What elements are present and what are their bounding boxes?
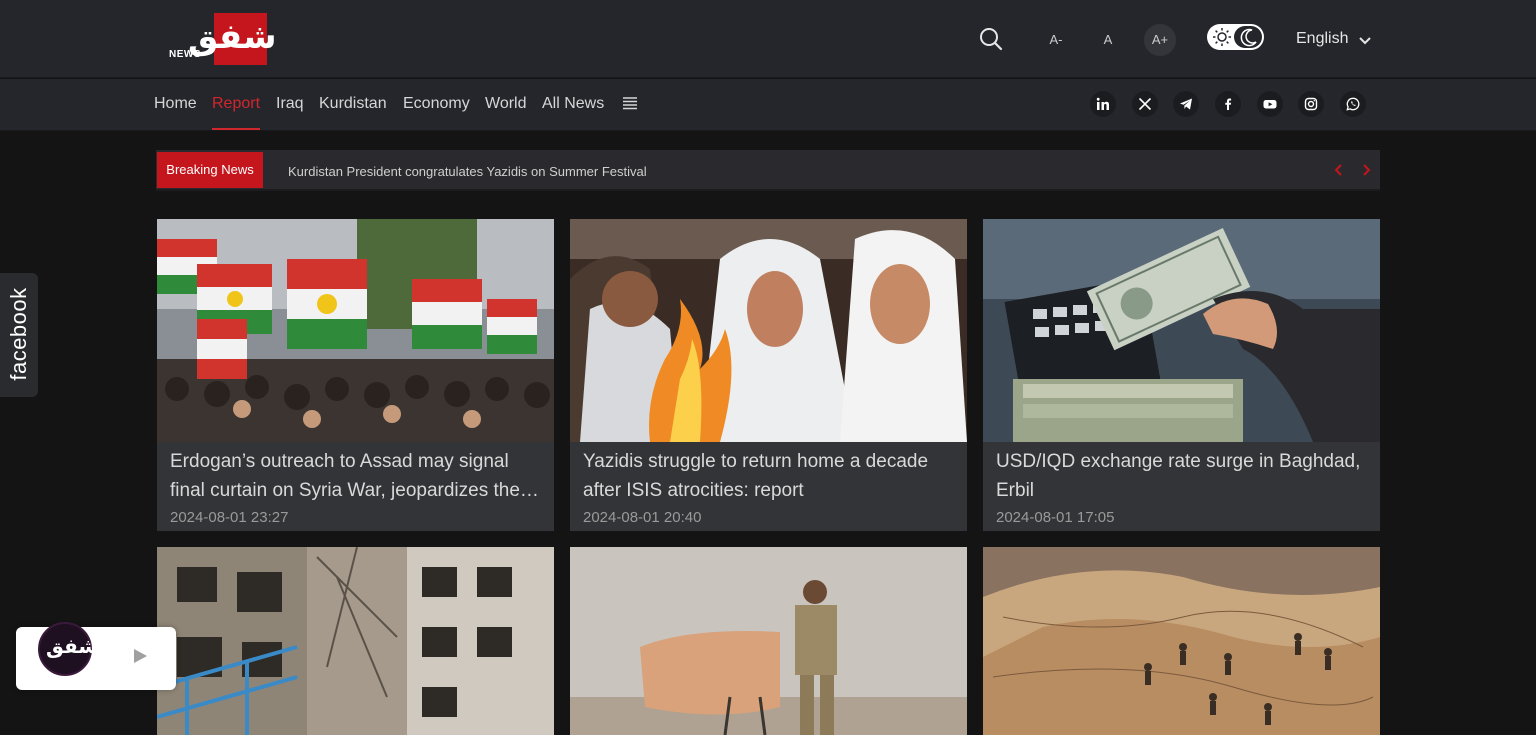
main-nav: Home Report Iraq Kurdistan Economy World… bbox=[0, 79, 1536, 131]
radio-player[interactable]: شفق bbox=[16, 622, 176, 690]
breaking-news-label: Breaking News bbox=[157, 152, 263, 188]
nav-item-report[interactable]: Report bbox=[212, 95, 260, 113]
article-date: 2024-08-01 20:40 bbox=[583, 509, 702, 526]
logo-news-text: NEWS bbox=[169, 49, 201, 60]
nav-item-home[interactable]: Home bbox=[154, 95, 197, 113]
chevron-left-icon[interactable] bbox=[1332, 162, 1346, 178]
nav-item-kurdistan[interactable]: Kurdistan bbox=[319, 95, 387, 113]
article-card[interactable]: Erdogan’s outreach to Assad may signal f… bbox=[157, 219, 554, 531]
facebook-icon[interactable] bbox=[1215, 91, 1241, 117]
radio-logo-text: شفق bbox=[46, 634, 99, 658]
site-logo[interactable]: شفق NEWS bbox=[168, 12, 279, 66]
theme-toggle[interactable] bbox=[1207, 24, 1264, 50]
article-card[interactable] bbox=[983, 547, 1380, 735]
chevron-down-icon[interactable] bbox=[1358, 35, 1372, 45]
article-card[interactable] bbox=[157, 547, 554, 735]
play-icon[interactable] bbox=[132, 648, 148, 664]
x-icon[interactable] bbox=[1132, 91, 1158, 117]
search-icon[interactable] bbox=[978, 26, 1004, 52]
nav-item-iraq[interactable]: Iraq bbox=[276, 95, 304, 113]
article-title[interactable]: Erdogan’s outreach to Assad may signal f… bbox=[170, 447, 545, 505]
article-image-destroyed-building[interactable] bbox=[157, 547, 554, 735]
top-header: شفق NEWS A- A A+ English bbox=[0, 0, 1536, 78]
article-title[interactable]: USD/IQD exchange rate surge in Baghdad, … bbox=[996, 447, 1371, 505]
instagram-icon[interactable] bbox=[1298, 91, 1324, 117]
breaking-news-bar: Breaking News Kurdistan President congra… bbox=[156, 150, 1380, 191]
font-increase-button[interactable]: A+ bbox=[1144, 24, 1176, 56]
linkedin-icon[interactable] bbox=[1090, 91, 1116, 117]
facebook-side-tab-label: facebook bbox=[6, 287, 31, 381]
active-tab-underline bbox=[212, 128, 260, 130]
article-card[interactable]: USD/IQD exchange rate surge in Baghdad, … bbox=[983, 219, 1380, 531]
nav-item-economy[interactable]: Economy bbox=[403, 95, 470, 113]
nav-item-all-news[interactable]: All News bbox=[542, 95, 604, 113]
nav-item-world[interactable]: World bbox=[485, 95, 527, 113]
sun-icon bbox=[1213, 28, 1231, 46]
article-title[interactable]: Yazidis struggle to return home a decade… bbox=[583, 447, 958, 505]
article-card[interactable] bbox=[570, 547, 967, 735]
article-image-yazidi-women[interactable] bbox=[570, 219, 967, 442]
language-selector[interactable]: English bbox=[1296, 30, 1348, 48]
radio-logo: شفق bbox=[38, 622, 98, 676]
article-image-soldier[interactable] bbox=[570, 547, 967, 735]
font-decrease-button[interactable]: A- bbox=[1040, 24, 1072, 56]
article-card[interactable]: Yazidis struggle to return home a decade… bbox=[570, 219, 967, 531]
font-normal-button[interactable]: A bbox=[1092, 24, 1124, 56]
telegram-icon[interactable] bbox=[1173, 91, 1199, 117]
article-image-map-soldiers[interactable] bbox=[983, 547, 1380, 735]
article-date: 2024-08-01 23:27 bbox=[170, 509, 289, 526]
facebook-side-tab[interactable]: facebook bbox=[0, 273, 38, 397]
youtube-icon[interactable] bbox=[1257, 91, 1283, 117]
logo-arabic-text: شفق bbox=[188, 17, 279, 57]
article-image-flags[interactable] bbox=[157, 219, 554, 442]
moon-icon bbox=[1240, 28, 1257, 47]
whatsapp-icon[interactable] bbox=[1340, 91, 1366, 117]
menu-icon[interactable] bbox=[622, 96, 638, 110]
article-image-dollars[interactable] bbox=[983, 219, 1380, 442]
article-date: 2024-08-01 17:05 bbox=[996, 509, 1115, 526]
chevron-right-icon[interactable] bbox=[1359, 162, 1373, 178]
breaking-news-headline[interactable]: Kurdistan President congratulates Yazidi… bbox=[288, 164, 647, 179]
